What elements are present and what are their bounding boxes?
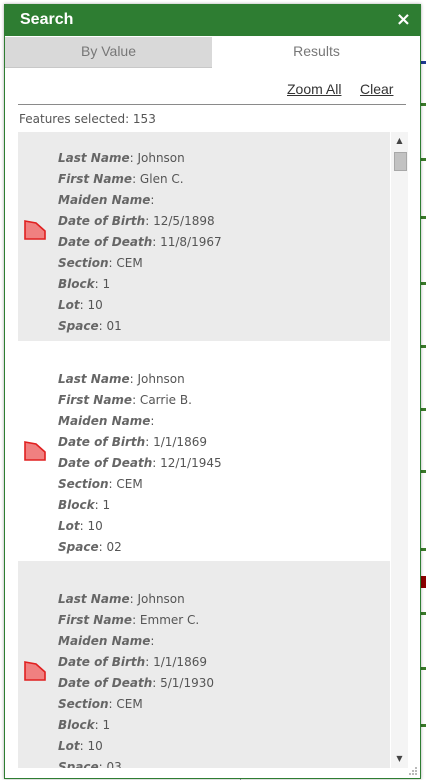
attribute-list: Last Name: Johnson First Name: Carrie B.…: [58, 369, 222, 558]
attr-lot: Lot: 10: [58, 519, 103, 533]
result-item[interactable]: Last Name: Johnson First Name: Glen C. M…: [18, 132, 390, 341]
attribute-list: Last Name: Johnson First Name: Emmer C. …: [58, 589, 214, 768]
polygon-icon: [24, 441, 46, 461]
attr-first-name: First Name: Carrie B.: [58, 393, 192, 407]
attr-date-of-birth: Date of Birth: 1/1/1869: [58, 435, 207, 449]
results-list: Last Name: Johnson First Name: Glen C. M…: [18, 132, 390, 768]
attr-block: Block: 1: [58, 498, 111, 512]
result-item[interactable]: Last Name: Johnson First Name: Carrie B.…: [18, 341, 390, 554]
attr-section: Section: CEM: [58, 477, 143, 491]
attr-block: Block: 1: [58, 718, 111, 732]
attr-maiden-name: Maiden Name:: [58, 414, 155, 428]
features-selected-count: Features selected: 153: [19, 112, 156, 126]
tab-by-value[interactable]: By Value: [5, 37, 212, 68]
attr-block: Block: 1: [58, 277, 111, 291]
polygon-icon: [24, 661, 46, 681]
attr-last-name: Last Name: Johnson: [58, 151, 185, 165]
attr-lot: Lot: 10: [58, 298, 103, 312]
close-button[interactable]: ×: [396, 9, 411, 30]
clear-link[interactable]: Clear: [360, 81, 393, 97]
attr-maiden-name: Maiden Name:: [58, 634, 155, 648]
result-item[interactable]: Last Name: Johnson First Name: Emmer C. …: [18, 561, 390, 768]
attr-lot: Lot: 10: [58, 739, 103, 753]
tab-bar: By Value Results: [5, 37, 420, 68]
attribute-list: Last Name: Johnson First Name: Glen C. M…: [58, 148, 222, 337]
attr-last-name: Last Name: Johnson: [58, 592, 185, 606]
tab-results[interactable]: Results: [213, 37, 420, 67]
panel-header: Search ×: [5, 5, 420, 36]
attr-date-of-death: Date of Death: 11/8/1967: [58, 235, 222, 249]
attr-space: Space: 02: [58, 540, 122, 554]
scroll-thumb[interactable]: [394, 152, 407, 171]
scroll-up-icon[interactable]: ▲: [391, 134, 408, 148]
attr-space: Space: 03: [58, 760, 122, 768]
attr-date-of-birth: Date of Birth: 1/1/1869: [58, 655, 207, 669]
attr-space: Space: 01: [58, 319, 122, 333]
search-panel: Search × By Value Results Zoom All Clear…: [4, 4, 421, 779]
attr-section: Section: CEM: [58, 697, 143, 711]
attr-last-name: Last Name: Johnson: [58, 372, 185, 386]
attr-maiden-name: Maiden Name:: [58, 193, 155, 207]
panel-title: Search: [20, 11, 74, 28]
attr-first-name: First Name: Emmer C.: [58, 613, 200, 627]
attr-date-of-death: Date of Death: 12/1/1945: [58, 456, 222, 470]
zoom-all-link[interactable]: Zoom All: [287, 81, 341, 97]
resize-grip-icon[interactable]: [408, 766, 418, 776]
toolbar-divider: [18, 104, 406, 105]
results-toolbar: Zoom All Clear: [5, 81, 420, 103]
attr-date-of-birth: Date of Birth: 12/5/1898: [58, 214, 215, 228]
attr-date-of-death: Date of Death: 5/1/1930: [58, 676, 214, 690]
scroll-down-icon[interactable]: ▼: [391, 752, 408, 766]
results-scrollbar[interactable]: ▲ ▼: [391, 132, 408, 768]
polygon-icon: [24, 220, 46, 240]
attr-section: Section: CEM: [58, 256, 143, 270]
attr-first-name: First Name: Glen C.: [58, 172, 184, 186]
